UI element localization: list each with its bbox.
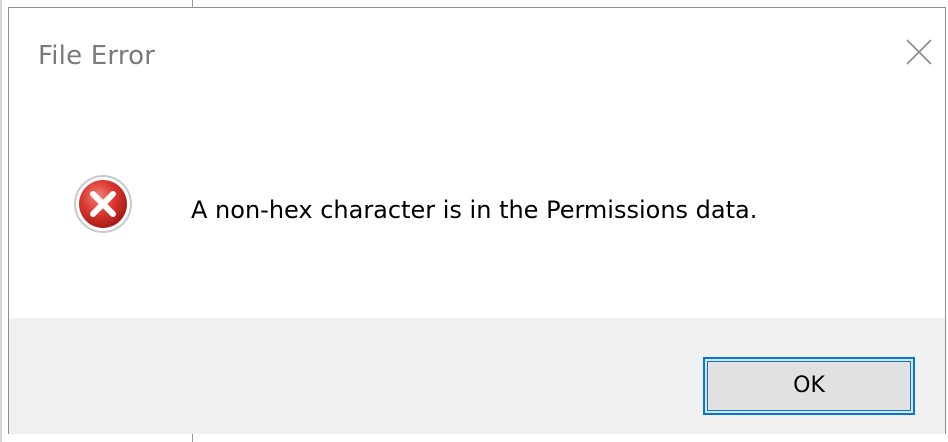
dialog-content: A non-hex character is in the Permission…: [9, 100, 945, 318]
ok-button-label: OK: [793, 373, 825, 398]
dialog-titlebar[interactable]: File Error: [9, 8, 945, 100]
file-error-dialog: File Error A non-hex character is in the…: [8, 7, 946, 434]
close-icon: [906, 39, 932, 65]
background-edge: [0, 0, 2, 442]
background-edge: [192, 434, 193, 442]
error-message: A non-hex character is in the Permission…: [191, 196, 758, 224]
dialog-title: File Error: [38, 41, 156, 71]
close-button[interactable]: [897, 30, 941, 74]
dialog-footer: OK: [9, 318, 945, 434]
error-icon: [72, 173, 134, 235]
ok-button[interactable]: OK: [703, 357, 915, 415]
